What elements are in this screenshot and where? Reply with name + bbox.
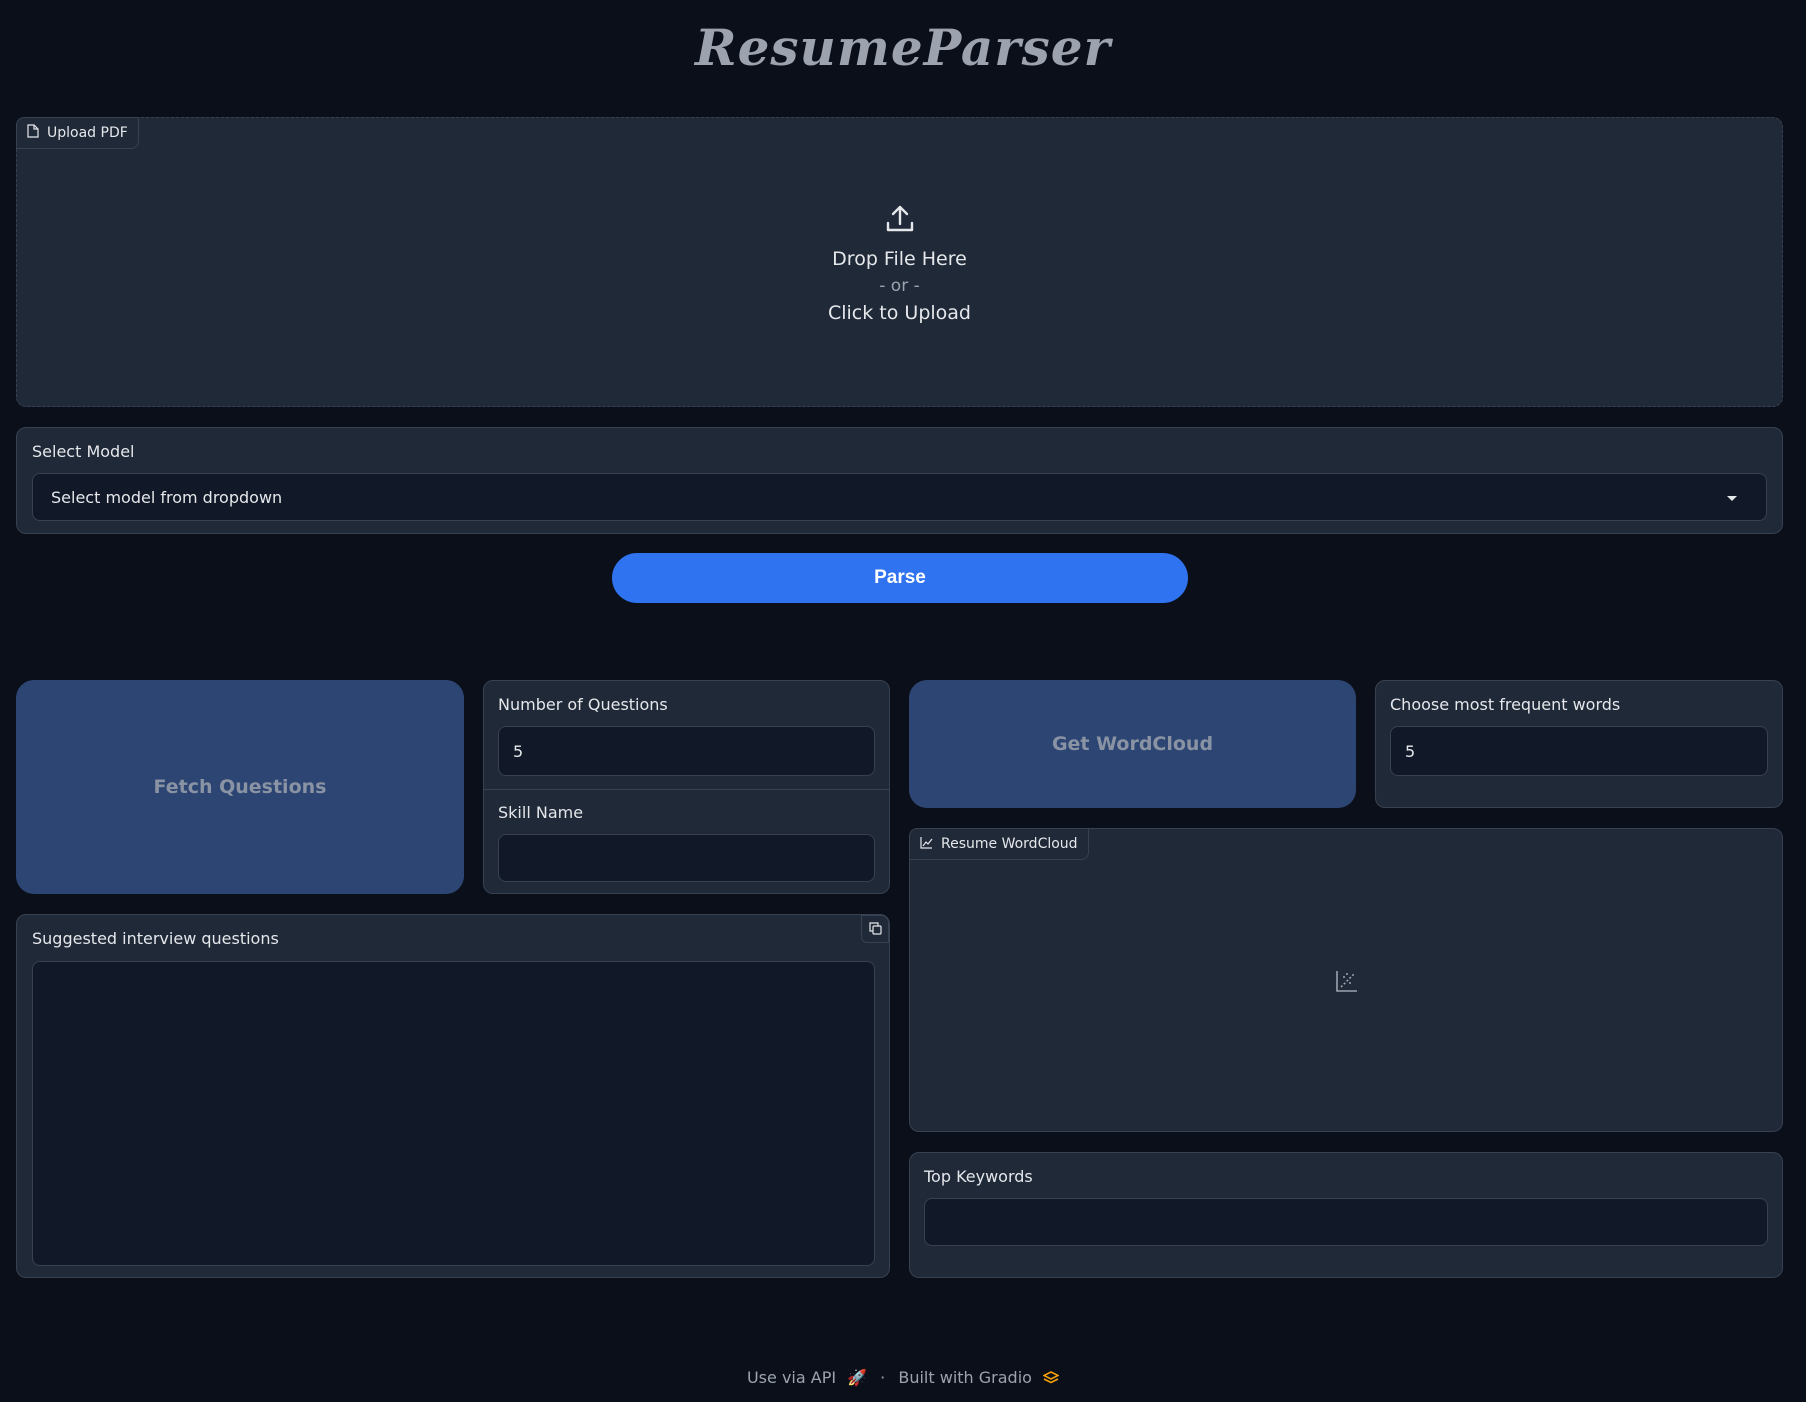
- frequent-words-input[interactable]: 5: [1390, 726, 1768, 776]
- built-with-gradio-link[interactable]: Built with Gradio: [898, 1368, 1032, 1387]
- get-wordcloud-button[interactable]: Get WordCloud: [909, 680, 1356, 808]
- or-text: - or -: [879, 276, 920, 296]
- fetch-questions-button[interactable]: Fetch Questions: [16, 680, 464, 894]
- num-questions-label: Number of Questions: [498, 695, 668, 714]
- footer-separator: ·: [880, 1368, 886, 1387]
- upload-icon: [885, 204, 915, 238]
- rocket-icon: 🚀: [847, 1368, 868, 1387]
- drop-file-text: Drop File Here: [832, 248, 967, 270]
- skill-name-input[interactable]: [498, 834, 875, 882]
- gradio-logo-icon: [1042, 1370, 1060, 1389]
- copy-button[interactable]: [861, 915, 889, 943]
- parse-button[interactable]: Parse: [612, 553, 1188, 603]
- click-to-upload-text[interactable]: Click to Upload: [17, 302, 1782, 324]
- model-dropdown-value: Select model from dropdown: [51, 487, 283, 507]
- wordcloud-chip: Resume WordCloud: [909, 828, 1089, 860]
- model-dropdown[interactable]: Select model from dropdown: [32, 473, 1767, 521]
- chart-placeholder-icon: [1335, 969, 1359, 997]
- model-panel: Select Model Select model from dropdown: [16, 427, 1783, 534]
- copy-icon: [868, 920, 882, 939]
- top-keywords-panel: Top Keywords: [909, 1152, 1783, 1278]
- suggested-questions-label: Suggested interview questions: [32, 929, 279, 948]
- skill-name-label: Skill Name: [498, 803, 584, 822]
- wordcloud-chip-label: Resume WordCloud: [941, 836, 1078, 852]
- app-title: ResumeParser: [695, 18, 1111, 77]
- use-via-api-link[interactable]: Use via API: [747, 1368, 836, 1387]
- suggested-questions-panel: Suggested interview questions: [16, 914, 890, 1278]
- file-icon: [27, 124, 39, 142]
- top-keywords-textbox[interactable]: [924, 1198, 1768, 1246]
- chart-icon: [920, 836, 933, 853]
- model-label: Select Model: [32, 442, 135, 461]
- wordcloud-plot-panel: Resume WordCloud: [909, 828, 1783, 1132]
- chevron-down-icon: [1726, 488, 1738, 507]
- upload-chip: Upload PDF: [16, 117, 139, 149]
- footer: Use via API 🚀 · Built with Gradio: [0, 1368, 1806, 1389]
- upload-chip-label: Upload PDF: [47, 125, 128, 141]
- upload-dropzone[interactable]: Upload PDF Drop File Here - or - Click t…: [16, 117, 1783, 407]
- frequent-words-label: Choose most frequent words: [1390, 695, 1621, 714]
- top-keywords-label: Top Keywords: [924, 1167, 1033, 1186]
- frequent-words-panel: Choose most frequent words 5: [1375, 680, 1783, 808]
- questions-params-panel: Number of Questions 5 Skill Name: [483, 680, 890, 894]
- suggested-questions-textarea[interactable]: [32, 961, 875, 1266]
- divider: [484, 789, 889, 790]
- num-questions-input[interactable]: 5: [498, 726, 875, 776]
